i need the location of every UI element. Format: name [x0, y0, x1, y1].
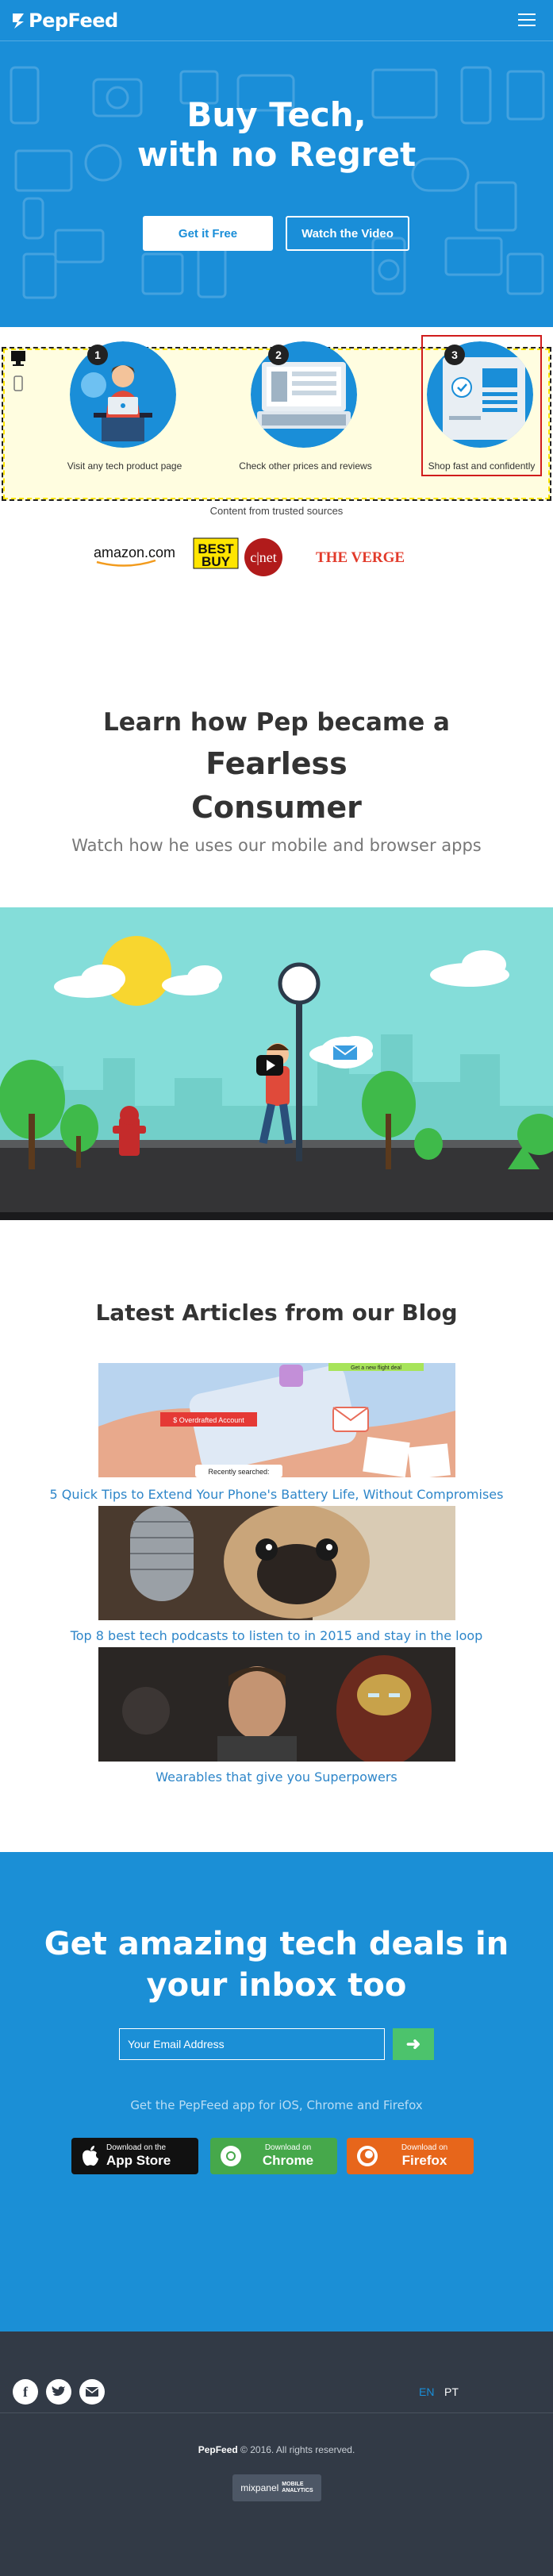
fearless-consumer-heading: Learn how Pep became a Fearless Consumer	[32, 702, 521, 830]
svg-text:Get a new flight deal: Get a new flight deal	[351, 1365, 401, 1371]
firefox-store-button[interactable]: Download on Firefox	[347, 2138, 474, 2174]
chrome-icon	[221, 2146, 241, 2166]
footer: f EN PT PepFeed © 2016. All rights reser…	[0, 2331, 553, 2576]
firefox-small-text: Download on	[401, 2143, 448, 2152]
fearless-title-pre: Learn how Pep became a	[103, 708, 450, 737]
fearless-subtitle: Watch how he uses our mobile and browser…	[71, 836, 482, 855]
the-verge-logo: THE VERGE	[316, 549, 405, 566]
step-illustration-laptop-prices	[251, 341, 357, 448]
apple-icon	[83, 2146, 98, 2166]
mixpanel-badge-line2: ANALYTICS	[282, 2488, 313, 2493]
twitter-icon[interactable]	[46, 2379, 71, 2405]
menu-icon[interactable]	[518, 13, 536, 26]
svg-text:BUY: BUY	[202, 554, 231, 569]
blog-article-3-link[interactable]: Wearables that give you Superpowers	[0, 1769, 553, 1785]
get-apps-text: Get the PepFeed app for iOS, Chrome and …	[130, 2098, 423, 2112]
hero-title: Buy Tech, with no Regret	[0, 95, 553, 175]
language-pt-link[interactable]: PT	[444, 2385, 459, 2398]
mixpanel-badge-line1: MOBILE	[282, 2482, 304, 2487]
mixpanel-name: mixpanel	[240, 2482, 279, 2493]
bestbuy-logo: BEST BUY	[193, 537, 239, 569]
subscribe-submit-button[interactable]: ➜	[393, 2028, 434, 2060]
facebook-icon[interactable]: f	[13, 2379, 38, 2405]
email-bubble-icon	[320, 1037, 371, 1069]
app-store-button[interactable]: Download on the App Store	[71, 2138, 198, 2174]
hero-section: PepFeed Buy Tech, with no Regret Get it …	[0, 0, 553, 327]
newsletter-title-line1: Get amazing tech deals in	[44, 1926, 509, 1962]
cnet-logo: c|net	[244, 538, 282, 576]
svg-text:$ Overdrafted Account: $ Overdrafted Account	[173, 1416, 244, 1424]
pepfeed-logo-icon	[13, 13, 24, 29]
top-navbar: PepFeed	[0, 0, 553, 41]
play-button-icon	[256, 1055, 283, 1076]
arrow-right-icon: ➜	[405, 2034, 421, 2054]
copyright-notice: © 2016. All rights reserved.	[240, 2444, 355, 2455]
chrome-store-button[interactable]: Download on Chrome	[210, 2138, 337, 2174]
page: PepFeed Buy Tech, with no Regret Get it …	[0, 0, 553, 2576]
newsletter-title: Get amazing tech deals in your inbox too	[16, 1923, 537, 2006]
fearless-title-bold1: Fearless	[205, 746, 348, 781]
logo-text: PepFeed	[29, 10, 118, 32]
amazon-logo: amazon.com	[94, 545, 175, 560]
get-it-free-button[interactable]: Get it Free	[143, 216, 273, 251]
app-store-big-text: App Store	[106, 2153, 171, 2168]
step-number-2: 2	[268, 345, 289, 365]
blog-article-2-link[interactable]: Top 8 best tech podcasts to listen to in…	[0, 1628, 553, 1643]
email-icon[interactable]	[79, 2379, 105, 2405]
blog-article-1-image[interactable]: Get a new flight deal $ Overdrafted Acco…	[98, 1363, 455, 1477]
step-visit: 1 Visit any tech product page	[49, 341, 200, 476]
copyright-brand: PepFeed	[198, 2444, 238, 2455]
blog-article-1-link[interactable]: 5 Quick Tips to Extend Your Phone's Batt…	[0, 1487, 553, 1502]
trusted-brand-logos: amazon.com BEST BUY c|net THE VERGE	[94, 537, 405, 576]
pepfeed-logo[interactable]: PepFeed	[11, 10, 118, 32]
newsletter-section: Get amazing tech deals in your inbox too…	[0, 1852, 553, 2331]
mixpanel-badge[interactable]: mixpanel MOBILE ANALYTICS	[232, 2474, 321, 2501]
newsletter-title-line2: your inbox too	[146, 1967, 407, 2004]
blog-article-3-image[interactable]	[98, 1647, 455, 1762]
hero-title-line1: Buy Tech,	[186, 95, 367, 134]
blog-section-title: Latest Articles from our Blog	[95, 1300, 458, 1326]
copyright-text: PepFeed © 2016. All rights reserved.	[0, 2444, 553, 2455]
step-3-selection-outline	[421, 335, 542, 476]
footer-divider	[0, 2412, 553, 2413]
language-en-link[interactable]: EN	[419, 2385, 434, 2398]
firefox-big-text: Firefox	[401, 2153, 447, 2168]
device-toggle-icons[interactable]	[10, 349, 27, 399]
svg-text:Recently searched:: Recently searched:	[208, 1468, 269, 1476]
app-store-small-text: Download on the	[106, 2143, 167, 2152]
email-input[interactable]	[119, 2028, 385, 2060]
step-number-1: 1	[87, 345, 108, 365]
step-label-2: Check other prices and reviews	[239, 460, 372, 472]
step-number-3: 3	[444, 345, 465, 365]
firefox-icon	[357, 2146, 378, 2166]
hero-title-line2: with no Regret	[136, 135, 417, 174]
trusted-sources-caption: Content from trusted sources	[209, 505, 344, 517]
watch-video-button[interactable]: Watch the Video	[286, 216, 409, 251]
step-illustration-person-laptop	[70, 341, 176, 448]
blog-article-2-image[interactable]	[98, 1506, 455, 1620]
chrome-big-text: Chrome	[262, 2153, 314, 2168]
step-compare: 2 Check other prices and reviews	[230, 341, 381, 476]
step-label-1: Visit any tech product page	[67, 460, 182, 472]
chrome-small-text: Download on	[264, 2143, 312, 2152]
svg-text:c|net: c|net	[250, 549, 277, 565]
explainer-video-illustration[interactable]	[0, 907, 553, 1220]
fearless-title-bold2: Consumer	[191, 790, 362, 825]
